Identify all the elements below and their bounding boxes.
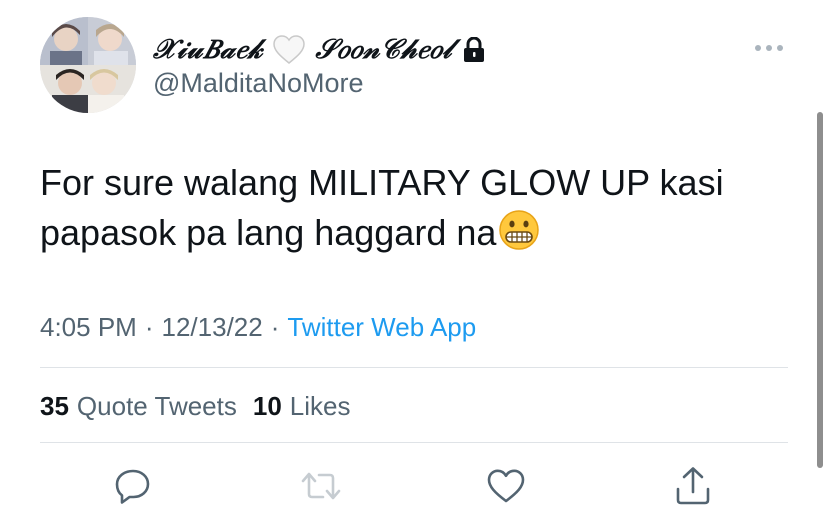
tweet-stats: 35 Quote Tweets 10 Likes	[40, 390, 351, 422]
divider	[40, 442, 788, 443]
tweet-text-line-1: For sure walang MILITARY GLOW UP kasi	[40, 162, 724, 203]
avatar-photo	[40, 17, 136, 113]
like-icon	[487, 469, 525, 503]
lock-icon	[462, 37, 486, 63]
tweet-detail: 𝒳𝒾𝓊𝐵𝒶𝑒𝓀 𝒮𝑜𝑜𝓃𝒞𝒽𝑒𝑜𝓁 @MalditaNoMore For sur…	[0, 0, 828, 520]
quote-tweets-stat[interactable]: 35 Quote Tweets	[40, 391, 237, 422]
reply-icon	[115, 469, 150, 504]
quote-tweets-count: 35	[40, 390, 69, 421]
tweet-text-line-2: papasok pa lang haggard na	[40, 208, 800, 264]
retweet-button[interactable]	[297, 462, 345, 510]
share-button[interactable]	[669, 462, 717, 510]
user-handle[interactable]: @MalditaNoMore	[153, 68, 363, 99]
likes-label: Likes	[289, 390, 351, 421]
tweet-date[interactable]: 12/13/22	[162, 312, 263, 343]
tweet-time[interactable]: 4:05 PM	[40, 312, 137, 343]
share-icon	[676, 467, 710, 505]
display-name-text: 𝒳𝒾𝓊𝐵𝒶𝑒𝓀	[153, 34, 264, 65]
scrollbar-thumb[interactable]	[817, 112, 823, 468]
meta-separator: ·	[144, 311, 154, 342]
reply-button[interactable]	[109, 462, 157, 510]
more-dots-icon	[755, 45, 783, 51]
display-name[interactable]: 𝒳𝒾𝓊𝐵𝒶𝑒𝓀 𝒮𝑜𝑜𝓃𝒞𝒽𝑒𝑜𝓁	[153, 30, 486, 70]
tweet-actions	[0, 462, 828, 510]
more-options-button[interactable]	[750, 36, 788, 60]
likes-stat[interactable]: 10 Likes	[253, 391, 351, 422]
like-button[interactable]	[482, 462, 530, 510]
tweet-text-line-2-text: papasok pa lang haggard na	[40, 212, 497, 253]
tweet-meta: 4:05 PM · 12/13/22 · Twitter Web App	[40, 310, 476, 344]
divider	[40, 367, 788, 368]
grimacing-face-emoji-icon	[498, 209, 540, 264]
tweet-source-link[interactable]: Twitter Web App	[287, 312, 476, 343]
meta-separator: ·	[270, 311, 280, 342]
white-heart-icon	[273, 35, 306, 65]
tweet-text: For sure walang MILITARY GLOW UP kasi pa…	[40, 158, 800, 264]
display-name-suffix: 𝒮𝑜𝑜𝓃𝒞𝒽𝑒𝑜𝓁	[315, 34, 453, 65]
quote-tweets-label: Quote Tweets	[76, 390, 237, 421]
retweet-icon	[301, 472, 341, 500]
avatar[interactable]	[40, 17, 136, 113]
likes-count: 10	[252, 390, 282, 421]
